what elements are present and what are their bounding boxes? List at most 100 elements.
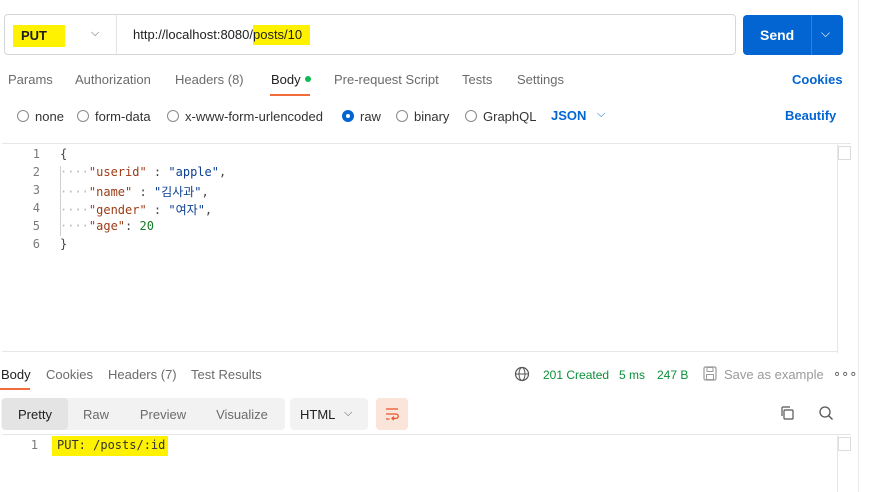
view-raw-button[interactable]: Raw — [68, 398, 124, 430]
body-indicator-dot — [304, 76, 311, 82]
tab-body-label: Body — [271, 72, 301, 87]
view-visualize-button[interactable]: Visualize — [202, 398, 282, 430]
radio-label: x-www-form-urlencoded — [185, 108, 323, 124]
code-open-brace: { — [60, 147, 68, 161]
view-preview-button[interactable]: Preview — [124, 398, 202, 430]
json-key: "age" — [88, 219, 126, 233]
cookies-link[interactable]: Cookies — [792, 72, 843, 87]
code-line: ····"userid" : "apple", — [60, 165, 226, 179]
response-time[interactable]: 5 ms — [619, 368, 645, 382]
scrollbar-thumb[interactable] — [838, 146, 851, 160]
view-pretty-button[interactable]: Pretty — [2, 398, 68, 430]
response-tab-cookies[interactable]: Cookies — [46, 367, 93, 382]
response-size[interactable]: 247 B — [657, 368, 688, 382]
radio-form-data[interactable]: form-data — [77, 108, 151, 124]
json-comma: , — [201, 185, 209, 199]
tab-headers[interactable]: Headers (8) — [175, 72, 244, 87]
active-tab-indicator — [270, 94, 310, 96]
radio-binary[interactable]: binary — [396, 108, 449, 124]
radio-circle-icon — [396, 110, 408, 122]
json-comma: , — [204, 203, 213, 217]
url-prefix: http://localhost:8080/ — [133, 27, 253, 42]
line-number: 1 — [32, 147, 40, 161]
panel-divider — [858, 0, 859, 492]
copy-icon[interactable] — [779, 405, 795, 421]
request-url-bar: PUT ⌵ http://localhost:8080/posts/10 — [4, 14, 736, 55]
line-number: 6 — [32, 237, 40, 251]
response-body-viewer[interactable]: 1 PUT: /posts/:id — [2, 434, 851, 492]
view-mode-group: Pretty Raw Preview Visualize — [1, 398, 285, 430]
editor-scrollbar[interactable] — [837, 144, 851, 353]
save-icon — [703, 366, 717, 381]
radio-graphql[interactable]: GraphQL — [465, 108, 536, 124]
request-body-editor[interactable]: 1 2 3 4 5 6 { ····"userid" : "apple", ··… — [2, 143, 851, 353]
send-divider — [811, 15, 812, 55]
whitespace-dots: ···· — [60, 165, 89, 179]
tab-settings[interactable]: Settings — [517, 72, 564, 87]
whitespace-dots: ···· — [60, 219, 89, 233]
json-key: "userid" — [88, 165, 147, 179]
radio-label: form-data — [95, 108, 151, 124]
radio-none[interactable]: none — [17, 108, 64, 124]
chevron-down-icon[interactable]: ⌵ — [821, 26, 830, 41]
send-button[interactable]: Send ⌵ — [743, 15, 843, 55]
save-as-example-button[interactable]: Save as example — [724, 367, 824, 382]
method-label: PUT — [21, 28, 47, 43]
response-format-label: HTML — [300, 407, 336, 422]
line-number: 4 — [32, 201, 40, 215]
line-number: 5 — [32, 219, 40, 233]
url-input[interactable]: http://localhost:8080/posts/10 — [133, 25, 311, 45]
raw-format-select[interactable]: JSON — [551, 108, 586, 123]
json-sep: : — [125, 219, 140, 233]
chevron-down-icon[interactable]: ⌵ — [597, 108, 605, 121]
response-text: PUT: /posts/:id — [57, 438, 166, 452]
response-tab-body[interactable]: Body — [1, 367, 31, 382]
radio-checked-icon — [342, 110, 354, 122]
json-sep: : — [146, 203, 169, 217]
json-comma: , — [218, 165, 227, 179]
code-line: ····"name" : "김사과", — [60, 183, 209, 200]
search-icon[interactable] — [818, 405, 834, 421]
active-tab-indicator — [0, 388, 30, 390]
line-number: 2 — [32, 165, 40, 179]
radio-circle-icon — [465, 110, 477, 122]
response-tab-headers[interactable]: Headers (7) — [108, 367, 177, 382]
response-tab-test-results[interactable]: Test Results — [191, 367, 262, 382]
method-select[interactable]: PUT ⌵ — [5, 15, 117, 54]
whitespace-dots: ···· — [60, 203, 89, 217]
tab-tests[interactable]: Tests — [462, 72, 492, 87]
code-line: ····"gender" : "여자", — [60, 201, 212, 218]
response-scrollbar[interactable] — [837, 435, 851, 492]
globe-icon[interactable] — [514, 366, 530, 382]
code-close-brace: } — [60, 237, 68, 251]
radio-circle-icon — [17, 110, 29, 122]
code-line: ····"age": 20 — [60, 219, 154, 233]
tab-authorization[interactable]: Authorization — [75, 72, 151, 87]
whitespace-dots: ···· — [60, 185, 89, 199]
wrap-lines-button[interactable] — [376, 398, 408, 430]
tab-body[interactable]: Body — [271, 72, 311, 87]
radio-circle-icon — [77, 110, 89, 122]
radio-x-www-form-urlencoded[interactable]: x-www-form-urlencoded — [167, 108, 323, 124]
chevron-down-icon: ⌵ — [91, 27, 100, 39]
send-label: Send — [760, 27, 795, 43]
json-value: 20 — [139, 219, 154, 233]
tab-pre-request-script[interactable]: Pre-request Script — [334, 72, 439, 87]
json-key: "name" — [88, 185, 133, 199]
tab-params[interactable]: Params — [8, 72, 53, 87]
radio-circle-icon — [167, 110, 179, 122]
status-badge[interactable]: 201 Created — [543, 368, 609, 382]
url-highlight: posts/10 — [252, 25, 311, 45]
radio-raw[interactable]: raw — [342, 108, 381, 124]
beautify-button[interactable]: Beautify — [785, 108, 836, 123]
scrollbar-thumb[interactable] — [838, 437, 851, 451]
json-value: "김사과" — [153, 185, 202, 199]
line-number: 3 — [32, 183, 40, 197]
json-value: "여자" — [168, 203, 205, 217]
radio-label: raw — [360, 108, 381, 124]
radio-label: binary — [414, 108, 450, 124]
wrap-lines-icon — [386, 408, 399, 421]
more-options-icon[interactable]: ∘∘∘ — [833, 366, 857, 382]
line-number: 1 — [30, 438, 38, 452]
response-format-select[interactable]: HTML ⌵ — [290, 398, 368, 430]
